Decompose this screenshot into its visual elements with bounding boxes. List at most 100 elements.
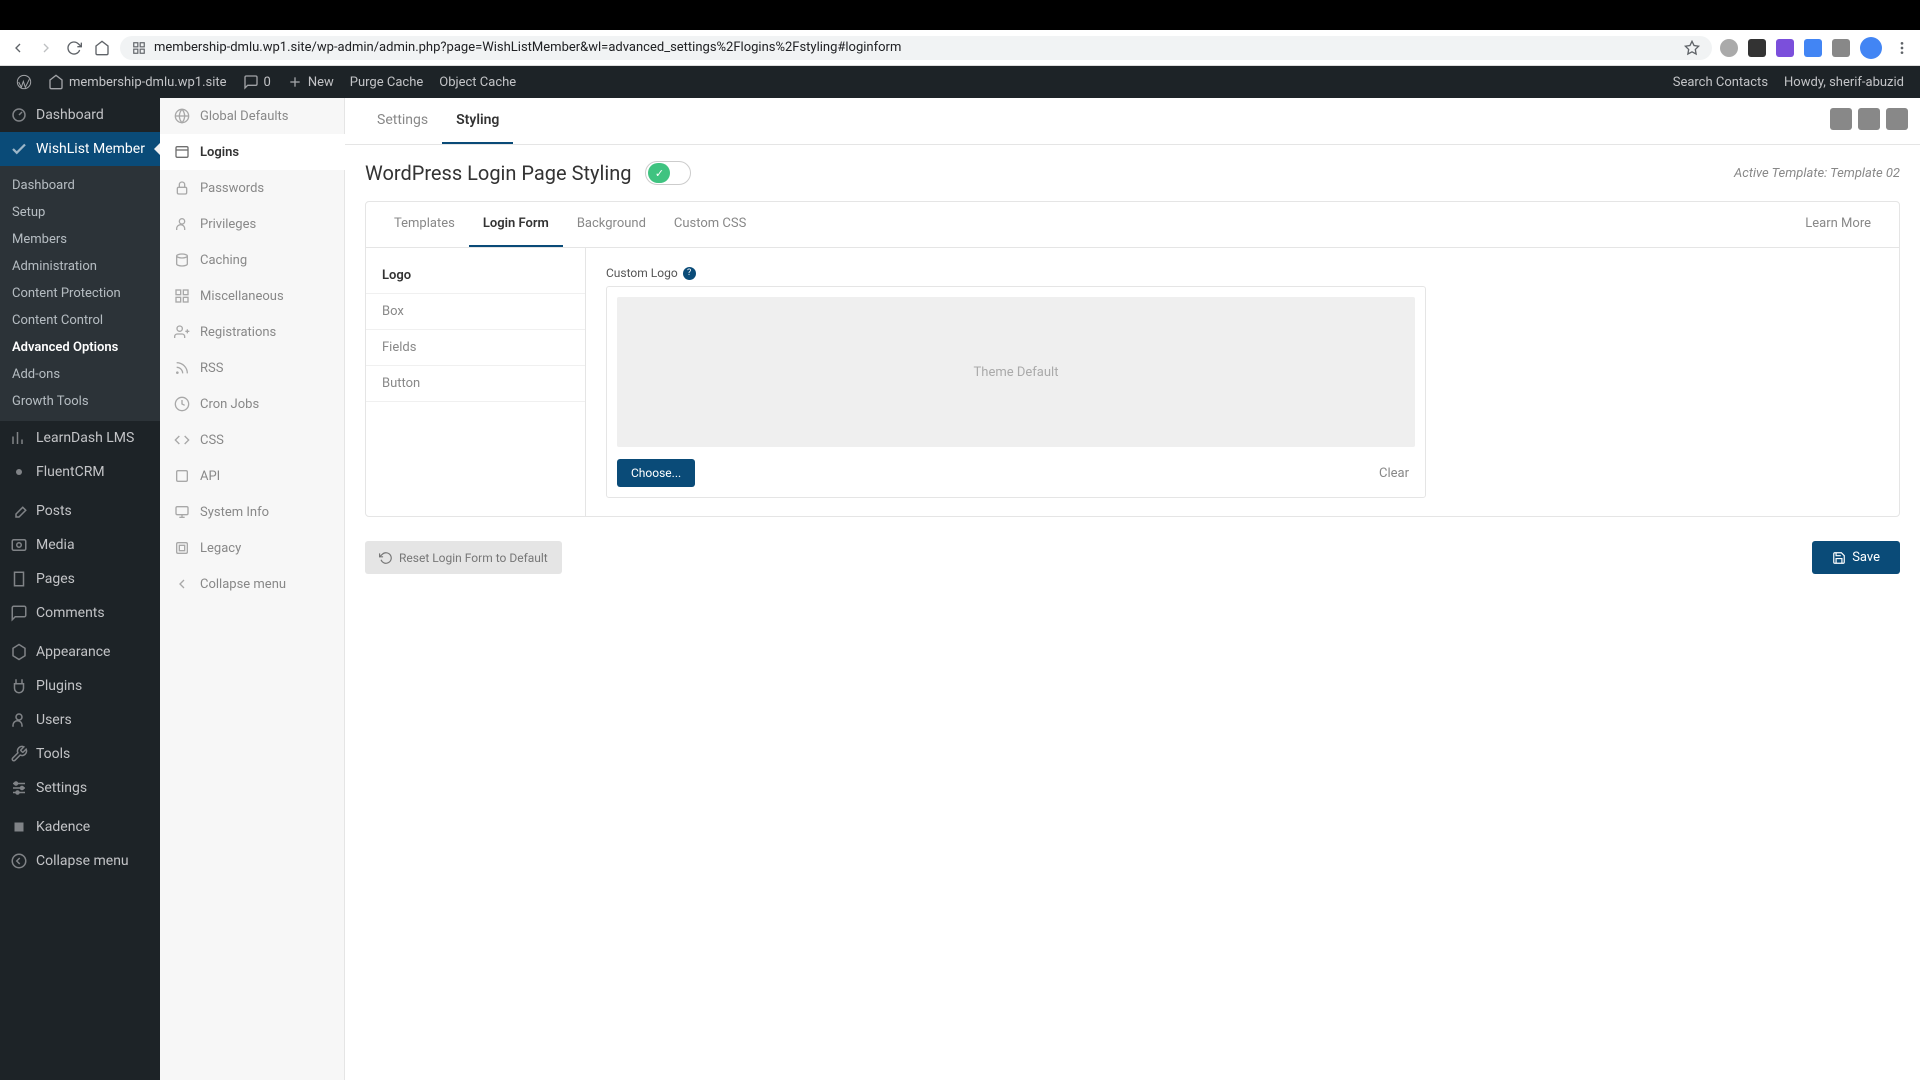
comments-count: 0 bbox=[264, 75, 271, 90]
logo-dropzone[interactable]: Theme Default bbox=[617, 297, 1415, 447]
menu-posts[interactable]: Posts bbox=[0, 494, 160, 528]
menu-comments[interactable]: Comments bbox=[0, 596, 160, 630]
search-contacts[interactable]: Search Contacts bbox=[1665, 66, 1776, 98]
submenu-admin[interactable]: Administration bbox=[0, 253, 160, 280]
menu-plugins[interactable]: Plugins bbox=[0, 669, 160, 703]
refresh-icon bbox=[379, 551, 393, 565]
ext-icon[interactable] bbox=[1776, 39, 1794, 57]
menu-tools[interactable]: Tools bbox=[0, 737, 160, 771]
sec-logins[interactable]: Logins bbox=[160, 134, 345, 170]
reset-button[interactable]: Reset Login Form to Default bbox=[365, 541, 562, 574]
new-link[interactable]: New bbox=[279, 66, 342, 98]
page-header: WordPress Login Page Styling ✓ Active Te… bbox=[345, 145, 1920, 201]
sidetab-button[interactable]: Button bbox=[366, 366, 585, 402]
secondary-sidebar: Global Defaults Logins Passwords Privile… bbox=[160, 98, 345, 1080]
submenu-dashboard[interactable]: Dashboard bbox=[0, 172, 160, 199]
home-icon[interactable] bbox=[92, 38, 112, 58]
choose-button[interactable]: Choose... bbox=[617, 459, 695, 487]
new-label: New bbox=[308, 75, 334, 90]
page-title: WordPress Login Page Styling bbox=[365, 161, 631, 185]
submenu-growth[interactable]: Growth Tools bbox=[0, 388, 160, 415]
tab-settings[interactable]: Settings bbox=[363, 98, 442, 144]
sec-api[interactable]: API bbox=[160, 458, 344, 494]
submenu-addons[interactable]: Add-ons bbox=[0, 361, 160, 388]
menu-collapse[interactable]: Collapse menu bbox=[0, 844, 160, 878]
menu-learndash[interactable]: LearnDash LMS bbox=[0, 421, 160, 455]
menu-dashboard[interactable]: Dashboard bbox=[0, 98, 160, 132]
sec-privileges[interactable]: Privileges bbox=[160, 206, 344, 242]
menu-users[interactable]: Users bbox=[0, 703, 160, 737]
menu-fluentcrm[interactable]: FluentCRM bbox=[0, 455, 160, 489]
back-icon[interactable] bbox=[8, 38, 28, 58]
sidetab-fields[interactable]: Fields bbox=[366, 330, 585, 366]
action-icon[interactable] bbox=[1886, 108, 1908, 130]
action-icon[interactable] bbox=[1830, 108, 1852, 130]
sec-collapse[interactable]: Collapse menu bbox=[160, 566, 344, 602]
sec-rss[interactable]: RSS bbox=[160, 350, 344, 386]
menu-kadence[interactable]: Kadence bbox=[0, 810, 160, 844]
sidetab-box[interactable]: Box bbox=[366, 294, 585, 330]
submenu-setup[interactable]: Setup bbox=[0, 199, 160, 226]
sec-cron[interactable]: Cron Jobs bbox=[160, 386, 344, 422]
submenu-control[interactable]: Content Control bbox=[0, 307, 160, 334]
sec-sysinfo[interactable]: System Info bbox=[160, 494, 344, 530]
action-icon[interactable] bbox=[1858, 108, 1880, 130]
theme-default-text: Theme Default bbox=[974, 365, 1059, 380]
url-text: membership-dmlu.wp1.site/wp-admin/admin.… bbox=[154, 40, 901, 55]
menu-pages[interactable]: Pages bbox=[0, 562, 160, 596]
footer-actions: Reset Login Form to Default Save bbox=[345, 527, 1920, 588]
tab-background[interactable]: Background bbox=[563, 202, 660, 247]
menu-media[interactable]: Media bbox=[0, 528, 160, 562]
side-tabs: Logo Box Fields Button bbox=[366, 248, 586, 516]
sidetab-logo[interactable]: Logo bbox=[366, 258, 585, 294]
tab-loginform[interactable]: Login Form bbox=[469, 202, 563, 247]
sec-legacy[interactable]: Legacy bbox=[160, 530, 344, 566]
ext-icon[interactable] bbox=[1832, 39, 1850, 57]
save-icon bbox=[1832, 551, 1846, 565]
tab-templates[interactable]: Templates bbox=[380, 202, 469, 247]
howdy-user[interactable]: Howdy, sherif-abuzid bbox=[1776, 66, 1912, 98]
kebab-icon[interactable] bbox=[1892, 38, 1912, 58]
inner-tabs: Templates Login Form Background Custom C… bbox=[366, 202, 1899, 248]
styling-toggle[interactable]: ✓ bbox=[645, 161, 691, 185]
ext-icon[interactable] bbox=[1748, 39, 1766, 57]
purge-cache[interactable]: Purge Cache bbox=[342, 66, 431, 98]
profile-avatar[interactable] bbox=[1860, 37, 1882, 59]
submenu-protection[interactable]: Content Protection bbox=[0, 280, 160, 307]
clear-link[interactable]: Clear bbox=[1379, 466, 1415, 481]
sec-registrations[interactable]: Registrations bbox=[160, 314, 344, 350]
wp-logo[interactable] bbox=[8, 66, 40, 98]
object-cache[interactable]: Object Cache bbox=[431, 66, 524, 98]
wp-admin-sidebar: Dashboard WishList Member Dashboard Setu… bbox=[0, 98, 160, 1080]
sec-passwords[interactable]: Passwords bbox=[160, 170, 344, 206]
tab-styling[interactable]: Styling bbox=[442, 98, 513, 144]
menu-settings[interactable]: Settings bbox=[0, 771, 160, 805]
sec-misc[interactable]: Miscellaneous bbox=[160, 278, 344, 314]
extension-icons bbox=[1720, 37, 1912, 59]
check-icon: ✓ bbox=[648, 163, 670, 183]
address-bar[interactable]: membership-dmlu.wp1.site/wp-admin/admin.… bbox=[120, 36, 1712, 60]
reload-icon[interactable] bbox=[64, 38, 84, 58]
submenu-members[interactable]: Members bbox=[0, 226, 160, 253]
tab-customcss[interactable]: Custom CSS bbox=[660, 202, 760, 247]
logo-panel: Theme Default Choose... Clear bbox=[606, 286, 1426, 498]
learn-more-link[interactable]: Learn More bbox=[1791, 202, 1885, 247]
sec-caching[interactable]: Caching bbox=[160, 242, 344, 278]
site-link[interactable]: membership-dmlu.wp1.site bbox=[40, 66, 235, 98]
save-button[interactable]: Save bbox=[1812, 541, 1900, 574]
ext-icon[interactable] bbox=[1804, 39, 1822, 57]
menu-appearance[interactable]: Appearance bbox=[0, 635, 160, 669]
comments-link[interactable]: 0 bbox=[235, 66, 279, 98]
submenu-advanced[interactable]: Advanced Options bbox=[0, 334, 160, 361]
custom-logo-label: Custom Logo ? bbox=[606, 266, 1879, 280]
active-template-label: Active Template: Template 02 bbox=[1734, 166, 1900, 181]
wishlist-submenu: Dashboard Setup Members Administration C… bbox=[0, 166, 160, 421]
sec-global[interactable]: Global Defaults bbox=[160, 98, 344, 134]
bookmark-star-icon[interactable] bbox=[1684, 40, 1700, 56]
forward-icon[interactable] bbox=[36, 38, 56, 58]
site-settings-icon bbox=[132, 41, 146, 55]
help-icon[interactable]: ? bbox=[683, 267, 696, 280]
menu-wishlist[interactable]: WishList Member bbox=[0, 132, 160, 166]
sec-css[interactable]: CSS bbox=[160, 422, 344, 458]
ext-icon[interactable] bbox=[1720, 39, 1738, 57]
